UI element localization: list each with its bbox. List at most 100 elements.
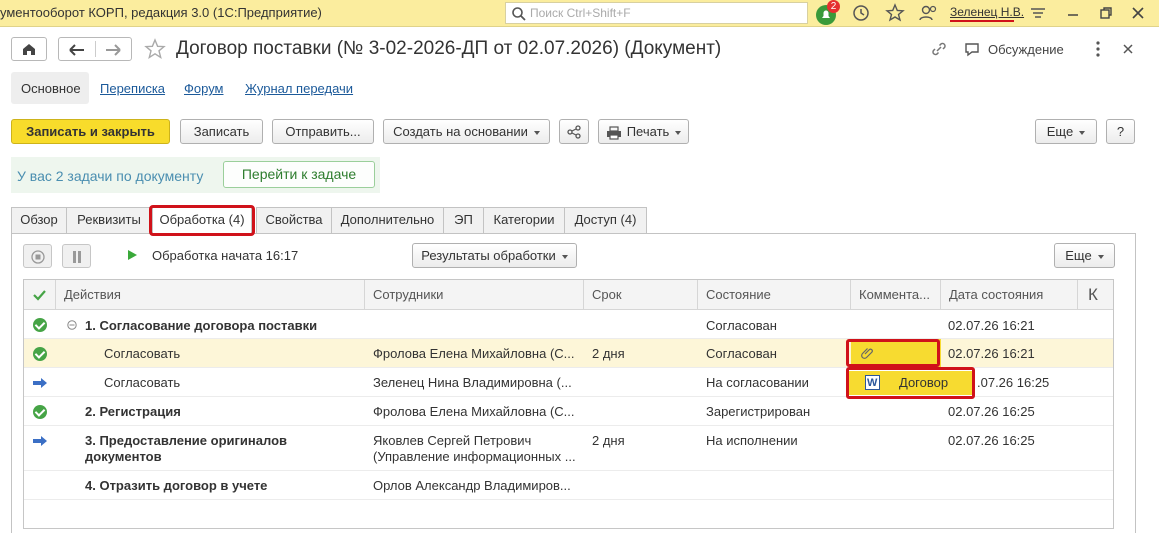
nav-back-forward[interactable] (58, 37, 132, 61)
in-progress-arrow-icon (33, 436, 47, 446)
row-employee: Фролова Елена Михайловна (С... (373, 404, 575, 419)
pause-icon (73, 251, 81, 263)
users-icon[interactable] (918, 3, 940, 25)
row-action: 1. Согласование договора поставки (85, 318, 318, 333)
processing-table: Действия Сотрудники Срок Состояние Комме… (23, 279, 1114, 529)
printer-icon (606, 125, 621, 140)
document-title: Договор поставки (№ 3-02-2026-ДП от 02.0… (176, 38, 722, 59)
processing-results-button[interactable]: Результаты обработки (412, 243, 577, 268)
home-icon (23, 44, 35, 55)
favorite-star-icon[interactable] (143, 37, 167, 61)
notifications-count: 2 (827, 0, 840, 13)
row-date: 02.07.26 16:25 (948, 433, 1035, 448)
help-button[interactable]: ? (1106, 119, 1135, 144)
row-action: Согласовать (104, 346, 181, 361)
tab-additional[interactable]: Дополнительно (331, 207, 444, 233)
tab-access[interactable]: Доступ (4) (564, 207, 647, 233)
print-label: Печать (626, 124, 670, 139)
column-header-check[interactable] (24, 280, 56, 310)
back-arrow-icon[interactable] (65, 42, 89, 58)
discussion-icon[interactable] (964, 41, 982, 58)
column-header-comment[interactable]: Коммента... (851, 280, 941, 310)
search-icon (512, 7, 526, 21)
nav-item-main-label: Основное (21, 81, 81, 96)
row-state: Согласован (706, 318, 777, 333)
discussion-link[interactable]: Обсуждение (988, 42, 1064, 57)
user-name[interactable]: Зеленец Н.В. (950, 5, 1024, 19)
nav-item-transfer-log[interactable]: Журнал передачи (245, 81, 353, 96)
tab-categories[interactable]: Категории (483, 207, 565, 233)
create-based-on-button[interactable]: Создать на основании (383, 119, 550, 144)
print-button[interactable]: Печать (598, 119, 689, 144)
table-row[interactable]: 3. Предоставление оригиналов документов … (24, 426, 1113, 471)
link-icon[interactable] (930, 40, 948, 58)
row-date: 02.07.26 16:25 (948, 404, 1035, 419)
menu-icon[interactable] (1028, 3, 1050, 25)
stop-button[interactable] (23, 244, 52, 268)
table-row[interactable]: 4. Отразить договор в учете Орлов Алекса… (24, 471, 1113, 500)
row-employee: Яковлев Сергей Петрович (373, 433, 532, 448)
search-input[interactable]: Поиск Ctrl+Shift+F (505, 2, 808, 24)
more-button[interactable]: Еще (1035, 119, 1097, 144)
row-date: 02.07.26 16:21 (948, 318, 1035, 333)
row-employee: Орлов Александр Владимиров... (373, 478, 571, 493)
column-header-actions[interactable]: Действия (56, 280, 365, 310)
row-action: 3. Предоставление оригиналов (85, 433, 288, 448)
table-row[interactable]: 1. Согласование договора поставки Соглас… (24, 310, 1113, 339)
more-label: Еще (1046, 124, 1074, 139)
completed-icon (33, 405, 47, 419)
column-header-employees[interactable]: Сотрудники (365, 280, 584, 310)
completed-icon (33, 318, 47, 332)
nav-item-correspondence[interactable]: Переписка (100, 81, 165, 96)
share-icon (567, 125, 581, 139)
tab-details[interactable]: Реквизиты (66, 207, 152, 233)
nav-item-forum[interactable]: Форум (184, 81, 224, 96)
close-window-icon[interactable] (1128, 3, 1150, 25)
play-icon (128, 250, 137, 260)
tab-properties[interactable]: Свойства (256, 207, 332, 233)
minimize-icon[interactable] (1063, 3, 1085, 25)
completed-icon (33, 347, 47, 361)
row-state: На исполнении (706, 433, 798, 448)
pause-button[interactable] (62, 244, 91, 268)
chevron-down-icon (675, 130, 682, 135)
tab-signature[interactable]: ЭП (443, 207, 484, 233)
table-row[interactable]: 2. Регистрация Фролова Елена Михайловна … (24, 397, 1113, 426)
create-based-on-label: Создать на основании (393, 124, 528, 139)
home-button[interactable] (11, 37, 47, 61)
column-header-k[interactable]: К (1078, 280, 1113, 310)
table-row[interactable]: Согласовать Фролова Елена Михайловна (С.… (24, 339, 1113, 368)
save-button[interactable]: Записать (180, 119, 263, 144)
notifications-bell-icon[interactable]: 2 (815, 0, 840, 25)
column-header-state-date[interactable]: Дата состояния (941, 280, 1078, 310)
panel-more-button[interactable]: Еще (1054, 243, 1115, 268)
row-action: 4. Отразить договор в учете (85, 478, 268, 493)
nav-item-main[interactable]: Основное (11, 72, 89, 104)
tab-overview[interactable]: Обзор (11, 207, 67, 233)
go-to-task-button[interactable]: Перейти к задаче (223, 161, 375, 188)
row-employee: Фролова Елена Михайловна (С... (373, 346, 575, 361)
user-name-highlight (950, 20, 1014, 22)
row-date: .07.26 16:25 (977, 375, 1050, 390)
chevron-down-icon (1079, 130, 1086, 135)
comment-attachment-highlight (846, 339, 940, 367)
more-vertical-icon[interactable] (1094, 40, 1102, 58)
row-date: 02.07.26 16:21 (948, 346, 1035, 361)
restore-icon[interactable] (1096, 3, 1118, 25)
history-icon[interactable] (851, 3, 873, 25)
processing-results-label: Результаты обработки (421, 248, 556, 263)
forward-arrow-icon[interactable] (101, 42, 125, 58)
row-term: 2 дня (592, 346, 625, 361)
column-header-state[interactable]: Состояние (698, 280, 851, 310)
save-and-close-button[interactable]: Записать и закрыть (11, 119, 170, 144)
send-button[interactable]: Отправить... (272, 119, 374, 144)
favorites-star-icon[interactable] (885, 3, 907, 25)
close-form-icon[interactable] (1121, 42, 1135, 56)
share-button[interactable] (559, 119, 589, 144)
column-header-term[interactable]: Срок (584, 280, 698, 310)
collapse-icon[interactable] (67, 320, 77, 330)
row-action: Согласовать (104, 375, 181, 390)
comment-file-highlight (846, 367, 975, 399)
chevron-down-icon (561, 254, 568, 259)
checkmark-icon (33, 290, 46, 301)
